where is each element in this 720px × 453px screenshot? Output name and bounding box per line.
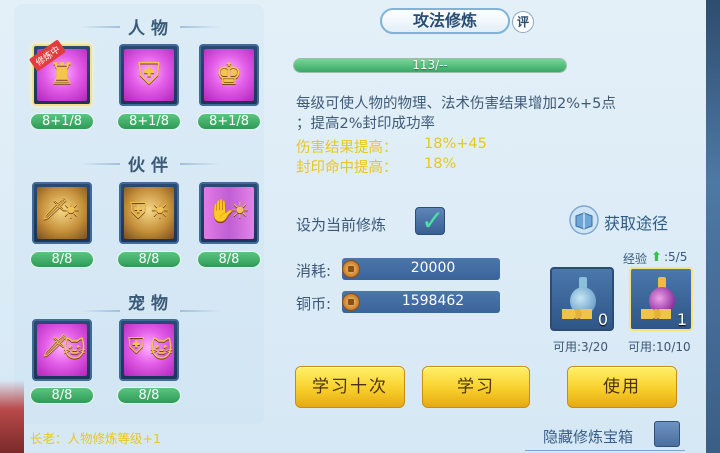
item-count: 1	[676, 310, 687, 329]
copper-coin-value-box: 1598462	[342, 291, 500, 313]
title-decoration	[180, 26, 220, 28]
learn-button[interactable]: 学习	[422, 366, 530, 408]
consume-value-box: 20000	[342, 258, 500, 280]
experience-value: :5/5	[664, 250, 688, 264]
skill-slot-partner-1[interactable]: 🗡 ☀	[32, 182, 92, 244]
bonus-seal: 封印命中提高： 18%	[296, 156, 556, 177]
skill-level-label: 8+1/8	[117, 113, 181, 130]
title-decoration	[180, 310, 220, 312]
section-title-character: 人物	[128, 19, 174, 39]
tab-attack-cultivation[interactable]: 攻法修炼	[380, 8, 510, 34]
progress-bar: 113/--	[293, 58, 567, 73]
skill-level-label: 8/8	[30, 387, 94, 404]
consume-label: 消耗:	[296, 262, 332, 280]
title-decoration	[80, 310, 120, 312]
lion-shield-icon: ⛨ ☀	[124, 187, 174, 239]
section-title-partner: 伙伴	[128, 156, 174, 176]
description-line: ；提高2%封印成功率	[296, 116, 436, 132]
set-current-label: 设为当前修炼	[296, 216, 387, 234]
title-decoration	[80, 26, 120, 28]
review-icon[interactable]: 评	[512, 11, 534, 33]
skill-slot-partner-3[interactable]: ✋ ☀	[199, 182, 259, 244]
skill-slot-character-1[interactable]: ♜ 修炼中	[28, 39, 92, 106]
skill-slot-pet-2[interactable]: ⛨ 🐱	[119, 319, 179, 381]
coin-icon	[342, 293, 360, 311]
coin-icon	[342, 260, 360, 278]
skill-level-label: 8/8	[117, 387, 181, 404]
checkmark-icon: ✓	[421, 204, 445, 237]
copper-coin-label: 铜币:	[296, 295, 332, 313]
item-count: 0	[597, 310, 608, 329]
lion-sword-icon: 🗡 ☀	[37, 187, 87, 239]
progress-text: 113/--	[412, 58, 448, 72]
title-decoration	[180, 163, 220, 165]
skill-level-label: 8+1/8	[197, 113, 261, 130]
bonus-label: 伤害结果提高：	[296, 140, 398, 156]
divider	[525, 450, 685, 451]
item-usable-label: 可用:10/10	[628, 340, 691, 354]
lion-cub-sword-icon: 🗡 🐱	[37, 324, 87, 376]
use-button[interactable]: 使用	[567, 366, 677, 408]
bonus-label: 封印命中提高：	[296, 160, 398, 176]
experience-label: 经验	[623, 252, 648, 266]
item-usable-label: 可用:3/20	[553, 340, 608, 354]
cultivation-window: 人物 ♜ 修炼中 8+1/8 ⛨ 8+1/8 ♚ 8+1/8 伙伴 🗡 ☀ 8/…	[0, 0, 720, 453]
item-slot-blue-potion[interactable]: 0	[550, 267, 614, 331]
golden-shield-armor-icon: ⛨	[124, 49, 174, 101]
skill-level-label: 8/8	[117, 251, 181, 268]
consume-value: 20000	[410, 260, 456, 276]
window-edge-decoration	[706, 0, 720, 453]
learn-ten-times-button[interactable]: 学习十次	[295, 366, 405, 408]
hidden-chest-label: 隐藏修炼宝箱	[543, 428, 634, 446]
skill-slot-partner-2[interactable]: ⛨ ☀	[119, 182, 179, 244]
copper-coin-value: 1598462	[401, 293, 465, 309]
up-arrow-icon: ⬆	[651, 250, 662, 265]
obtain-source-link[interactable]: 获取途径	[604, 210, 668, 234]
skill-slot-pet-1[interactable]: 🗡 🐱	[32, 319, 92, 381]
skill-level-label: 8+1/8	[30, 113, 94, 130]
book-icon[interactable]	[568, 205, 600, 235]
bonus-value: 18%	[424, 156, 457, 172]
lion-cub-shield-icon: ⛨ 🐱	[124, 324, 174, 376]
set-current-checkbox[interactable]: ✓	[415, 204, 445, 237]
skill-slot-character-3[interactable]: ♚	[199, 44, 259, 106]
title-decoration	[80, 163, 120, 165]
section-title-pet: 宠物	[128, 294, 174, 314]
item-slot-purple-potion[interactable]: 1	[629, 267, 693, 331]
skill-level-label: 8/8	[30, 251, 94, 268]
skill-slot-character-2[interactable]: ⛨	[119, 44, 179, 106]
elder-hint: 长老：人物修炼等级+1	[30, 431, 161, 446]
pagoda-decoration	[0, 380, 24, 453]
description-line: 每级可使人物的物理、法术伤害结果增加2%+5点	[296, 96, 616, 112]
bonus-damage: 伤害结果提高： 18%+45	[296, 136, 556, 157]
golden-warrior-armor-icon: ♚	[204, 49, 254, 101]
skill-level-label: 8/8	[197, 251, 261, 268]
lion-claw-icon: ✋ ☀	[204, 187, 254, 239]
hidden-chest-checkbox[interactable]	[654, 421, 680, 447]
bonus-value: 18%+45	[424, 136, 487, 152]
